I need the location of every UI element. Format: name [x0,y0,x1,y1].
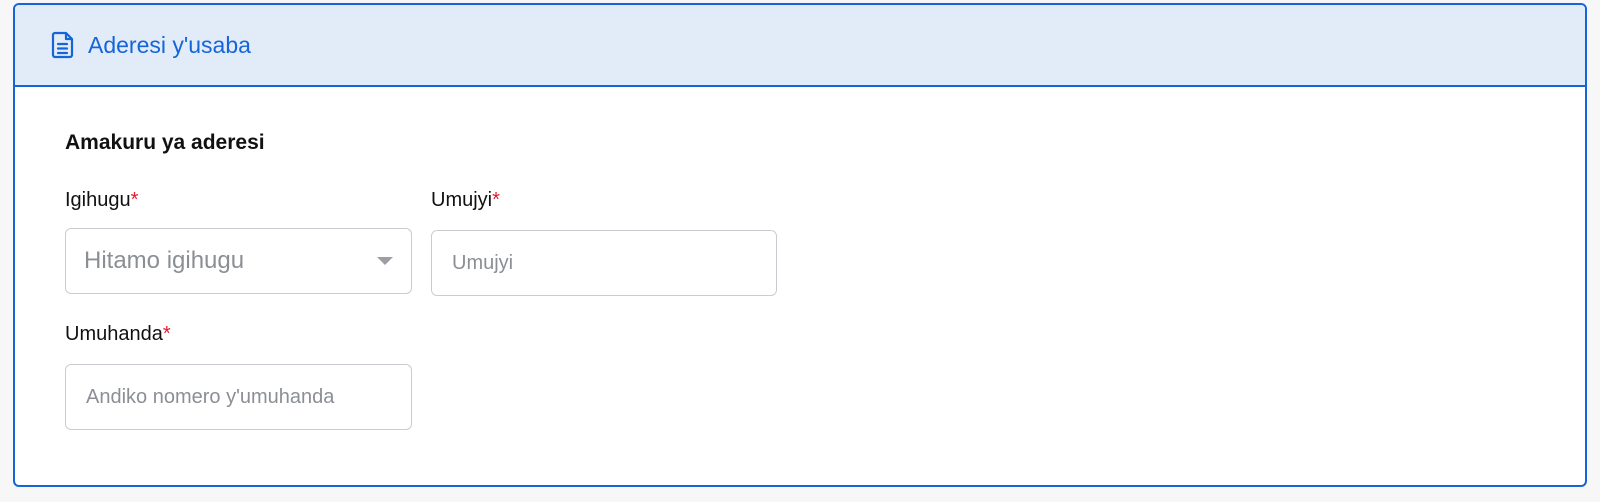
street-label-text: Umuhanda [65,323,163,345]
country-select[interactable]: Hitamo igihugu [65,228,412,294]
card-header: Aderesi y'usaba [15,5,1585,87]
card-title: Aderesi y'usaba [88,31,251,58]
required-marker: * [492,189,500,211]
city-label: Umujyi* [431,189,500,212]
chevron-down-icon [377,257,393,265]
required-marker: * [162,323,171,345]
section-title: Amakuru ya aderesi [65,131,265,154]
street-label: Umuhanda* [65,323,171,346]
country-select-placeholder: Hitamo igihugu [84,247,245,274]
document-icon [51,31,75,59]
street-input[interactable] [65,364,412,430]
country-label: Igihugu* [65,189,138,212]
address-card: Aderesi y'usaba Amakuru ya aderesi Igihu… [13,3,1587,487]
city-label-text: Umujyi [431,189,493,211]
city-input[interactable] [431,230,777,296]
required-marker: * [130,189,139,211]
country-label-text: Igihugu [65,189,131,211]
